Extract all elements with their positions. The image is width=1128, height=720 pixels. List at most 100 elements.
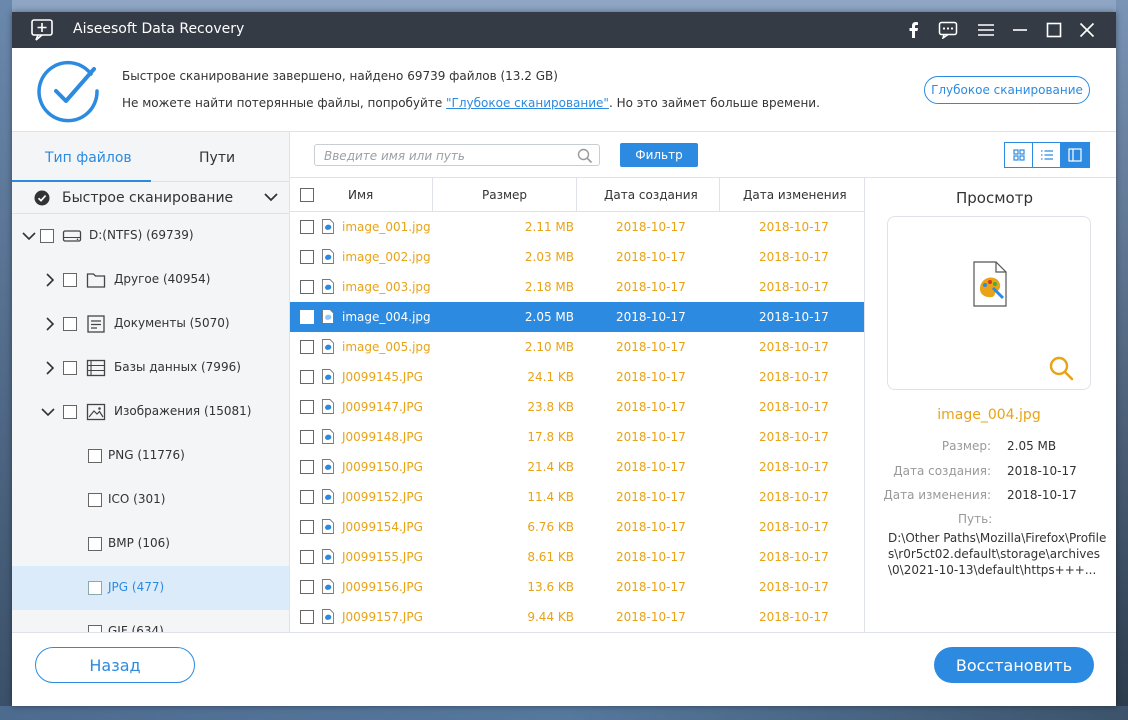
chevron-down-icon[interactable] [41, 405, 55, 419]
table-row[interactable]: J0099156.JPG 13.6 KB 2018-10-17 2018-10-17 [290, 572, 865, 602]
chevron-down-icon[interactable] [22, 229, 36, 243]
tab-paths[interactable]: Пути [199, 150, 235, 166]
deep-scan-link[interactable]: "Глубокое сканирование" [446, 96, 609, 110]
table-row[interactable]: J0099154.JPG 6.76 KB 2018-10-17 2018-10-17 [290, 512, 865, 542]
tree-item-label: Документы (5070) [114, 316, 230, 330]
maximize-icon[interactable] [1042, 18, 1066, 42]
image-file-icon [973, 261, 1007, 307]
tree-item-ico[interactable]: ICO (301) [12, 478, 289, 522]
row-checkbox[interactable] [300, 520, 314, 534]
row-created-date: 2018-10-17 [616, 430, 686, 444]
tree-checkbox[interactable] [88, 449, 102, 463]
chevron-right-icon[interactable] [44, 361, 56, 375]
row-checkbox[interactable] [300, 430, 314, 444]
column-modified[interactable]: Дата изменения [743, 188, 847, 202]
facebook-icon[interactable] [901, 18, 925, 42]
row-checkbox[interactable] [300, 220, 314, 234]
chevron-right-icon[interactable] [44, 317, 56, 331]
preview-file-name: image_004.jpg [937, 407, 1041, 423]
tree-item-databases[interactable]: Базы данных (7996) [12, 346, 289, 390]
tree-checkbox[interactable] [88, 537, 102, 551]
row-checkbox[interactable] [300, 460, 314, 474]
tree-checkbox[interactable] [63, 361, 77, 375]
search-icon[interactable] [577, 148, 593, 164]
row-file-name: J0099152.JPG [342, 490, 423, 504]
tab-file-types[interactable]: Тип файлов [45, 150, 132, 166]
row-checkbox[interactable] [300, 310, 314, 324]
row-checkbox[interactable] [300, 610, 314, 624]
zoom-icon[interactable] [1048, 355, 1074, 381]
image-file-icon [322, 309, 334, 324]
feedback-icon[interactable] [936, 18, 960, 42]
tree-checkbox[interactable] [63, 317, 77, 331]
tree-item-bmp[interactable]: BMP (106) [12, 522, 289, 566]
list-view-icon[interactable] [1033, 143, 1061, 167]
table-row[interactable]: J0099152.JPG 11.4 KB 2018-10-17 2018-10-17 [290, 482, 865, 512]
row-modified-date: 2018-10-17 [759, 220, 829, 234]
column-created[interactable]: Дата создания [604, 188, 698, 202]
table-row[interactable]: image_001.jpg 2.11 MB 2018-10-17 2018-10-17 [290, 212, 865, 242]
row-checkbox[interactable] [300, 400, 314, 414]
row-checkbox[interactable] [300, 340, 314, 354]
row-checkbox[interactable] [300, 280, 314, 294]
table-row[interactable]: image_005.jpg 2.10 MB 2018-10-17 2018-10-17 [290, 332, 865, 362]
row-checkbox[interactable] [300, 550, 314, 564]
tree-checkbox[interactable] [63, 405, 77, 419]
tree-item-drive[interactable]: D:(NTFS) (69739) [12, 214, 289, 258]
tree-checkbox[interactable] [40, 229, 54, 243]
column-separator [576, 178, 577, 212]
preview-view-icon[interactable] [1061, 143, 1089, 167]
chevron-right-icon[interactable] [44, 273, 56, 287]
grid-view-icon[interactable] [1005, 143, 1033, 167]
close-icon[interactable] [1075, 18, 1099, 42]
desktop-taskbar-strip [0, 706, 1128, 720]
column-size[interactable]: Размер [482, 188, 527, 202]
tree-checkbox[interactable] [88, 493, 102, 507]
desktop-background-left [0, 0, 12, 720]
back-button[interactable]: Назад [35, 647, 195, 683]
row-created-date: 2018-10-17 [616, 460, 686, 474]
table-row[interactable]: image_004.jpg 2.05 MB 2018-10-17 2018-10-17 [290, 302, 865, 332]
table-row[interactable]: J0099147.JPG 23.8 KB 2018-10-17 2018-10-17 [290, 392, 865, 422]
tree-item-label: Базы данных (7996) [114, 360, 241, 374]
preview-modified-value: 2018-10-17 [1007, 488, 1077, 502]
select-all-checkbox[interactable] [300, 188, 314, 202]
scan-result-text: Быстрое сканирование завершено, найдено … [122, 69, 558, 83]
table-row[interactable]: J0099148.JPG 17.8 KB 2018-10-17 2018-10-17 [290, 422, 865, 452]
row-file-size: 2.18 MB [524, 280, 574, 294]
row-checkbox[interactable] [300, 250, 314, 264]
table-row[interactable]: J0099145.JPG 24.1 KB 2018-10-17 2018-10-17 [290, 362, 865, 392]
tree-item-other[interactable]: Другое (40954) [12, 258, 289, 302]
database-icon [86, 359, 106, 377]
preview-pane [887, 216, 1091, 390]
row-checkbox[interactable] [300, 580, 314, 594]
menu-icon[interactable] [974, 18, 998, 42]
filter-button[interactable]: Фильтр [620, 143, 698, 167]
tree-checkbox[interactable] [88, 581, 102, 595]
recover-button[interactable]: Восстановить [934, 647, 1094, 683]
tree-item-gif[interactable]: GIF (634) [12, 610, 289, 632]
tree-checkbox[interactable] [63, 273, 77, 287]
row-checkbox[interactable] [300, 370, 314, 384]
minimize-icon[interactable] [1008, 18, 1032, 42]
column-name[interactable]: Имя [348, 188, 373, 202]
row-file-name: J0099147.JPG [342, 400, 423, 414]
preview-modified-label: Дата изменения: [883, 488, 991, 502]
tree-item-documents[interactable]: Документы (5070) [12, 302, 289, 346]
chevron-down-icon [264, 193, 278, 202]
row-file-size: 11.4 KB [527, 490, 574, 504]
table-row[interactable]: J0099150.JPG 21.4 KB 2018-10-17 2018-10-17 [290, 452, 865, 482]
tree-item-png[interactable]: PNG (11776) [12, 434, 289, 478]
table-row[interactable]: image_002.jpg 2.03 MB 2018-10-17 2018-10-17 [290, 242, 865, 272]
table-row[interactable]: J0099157.JPG 9.44 KB 2018-10-17 2018-10-17 [290, 602, 865, 632]
table-row[interactable]: J0099155.JPG 8.61 KB 2018-10-17 2018-10-17 [290, 542, 865, 572]
deep-scan-button[interactable]: Глубокое сканирование [924, 76, 1090, 104]
tree-item-jpg[interactable]: JPG (477) [12, 566, 289, 610]
scan-mode-selector[interactable]: Быстрое сканирование [12, 182, 289, 214]
row-modified-date: 2018-10-17 [759, 340, 829, 354]
tree-item-images[interactable]: Изображения (15081) [12, 390, 289, 434]
row-checkbox[interactable] [300, 490, 314, 504]
tree-checkbox[interactable] [88, 625, 102, 632]
table-row[interactable]: image_003.jpg 2.18 MB 2018-10-17 2018-10-17 [290, 272, 865, 302]
search-input[interactable]: Введите имя или путь [314, 144, 600, 166]
